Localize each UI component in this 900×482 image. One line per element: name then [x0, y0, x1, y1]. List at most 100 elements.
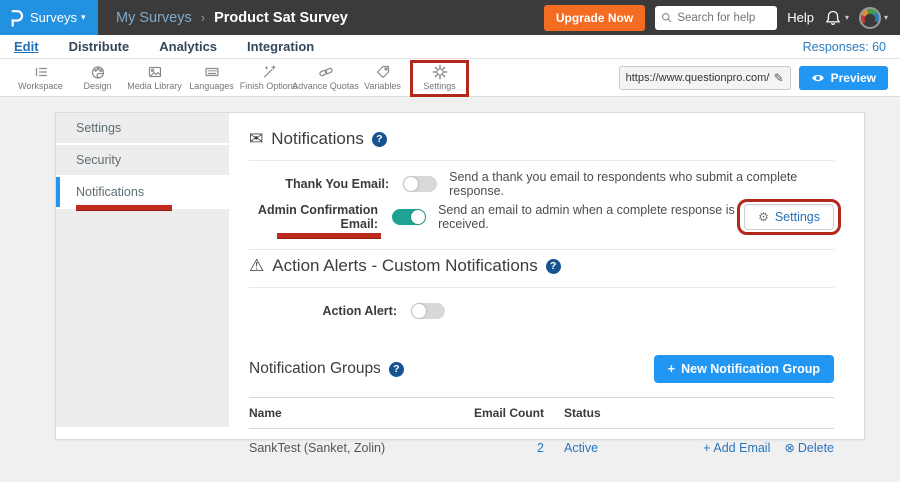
thank-you-email-description: Send a thank you email to respondents wh… — [449, 170, 834, 198]
breadcrumb-separator: › — [201, 10, 205, 25]
surveys-menu-label: Surveys — [30, 10, 77, 25]
avatar — [859, 7, 881, 29]
responses-count[interactable]: Responses: 60 — [803, 40, 886, 54]
col-header-email-count: Email Count — [454, 406, 544, 420]
upgrade-now-button[interactable]: Upgrade Now — [544, 5, 645, 31]
sidebar-item-security[interactable]: Security — [56, 145, 229, 175]
delete-link[interactable]: ⊗ Delete — [784, 440, 834, 455]
toolbar-item-variables[interactable]: Variables — [354, 64, 411, 91]
survey-url-input[interactable] — [626, 72, 770, 84]
toolbar-item-workspace[interactable]: Workspace — [12, 64, 69, 91]
sidebar-item-label: Notifications — [76, 185, 144, 199]
toolbar-item-advance-quotas[interactable]: Advance Quotas — [297, 64, 354, 91]
breadcrumb-parent[interactable]: My Surveys — [116, 10, 192, 26]
email-count-link[interactable]: 2 — [537, 441, 544, 455]
questionpro-logo-icon — [8, 7, 25, 29]
help-icon[interactable]: ? — [372, 132, 387, 147]
toolbar-label: Workspace — [18, 81, 63, 91]
tab-distribute[interactable]: Distribute — [69, 39, 130, 54]
preview-button[interactable]: Preview — [799, 66, 888, 90]
circle-x-icon: ⊗ — [784, 440, 794, 455]
toolbar-item-finish-options[interactable]: Finish Options — [240, 64, 297, 91]
bell-icon — [824, 9, 842, 27]
plus-icon: + — [703, 441, 710, 455]
notifications-bell[interactable]: ▾ — [824, 9, 849, 27]
toolbar-label: Advance Quotas — [292, 81, 359, 91]
section-title: Notifications — [271, 129, 364, 149]
topbar-right: Upgrade Now Help ▾ ▾ — [544, 5, 900, 31]
toolbar-label: Finish Options — [240, 81, 298, 91]
action-alerts-header: ⚠ Action Alerts - Custom Notifications ? — [249, 256, 834, 276]
settings-sidebar: Settings Security Notifications — [56, 113, 229, 439]
toolbar-item-media-library[interactable]: Media Library — [126, 64, 183, 91]
warning-icon: ⚠ — [249, 256, 264, 276]
help-search-box[interactable] — [655, 6, 777, 30]
tab-edit[interactable]: Edit — [14, 39, 39, 54]
sidebar-item-settings[interactable]: Settings — [56, 113, 229, 143]
sidebar-filler — [56, 209, 229, 427]
help-icon[interactable]: ? — [546, 259, 561, 274]
annotation-underline-admin-email — [277, 233, 381, 238]
help-icon[interactable]: ? — [389, 362, 404, 377]
surveys-menu[interactable]: Surveys ▾ — [30, 10, 86, 25]
toolbar-label: Variables — [364, 81, 401, 91]
help-link[interactable]: Help — [787, 10, 814, 25]
sidebar-item-label: Security — [76, 153, 121, 167]
table-row: SankTest (Sanket, Zolin) 2 Active + Add … — [249, 429, 834, 466]
admin-confirmation-email-row: Admin Confirmation Email: Send an email … — [249, 200, 834, 233]
palette-icon — [90, 64, 106, 80]
gear-icon — [432, 64, 448, 80]
gear-icon: ⚙ — [758, 210, 769, 224]
account-menu[interactable]: ▾ — [859, 7, 888, 29]
survey-url-box[interactable]: ✎ — [619, 66, 791, 90]
status-link[interactable]: Active — [564, 441, 598, 455]
action-alert-row: Action Alert: — [249, 294, 834, 327]
admin-email-settings-button[interactable]: ⚙ Settings — [744, 204, 834, 230]
sidebar-item-notifications[interactable]: Notifications — [56, 177, 229, 207]
chevron-down-icon: ▾ — [884, 13, 888, 22]
toolbar-label: Design — [83, 81, 111, 91]
top-bar: Surveys ▾ My Surveys › Product Sat Surve… — [0, 0, 900, 35]
thank-you-email-row: Thank You Email: Send a thank you email … — [249, 167, 834, 200]
thank-you-email-label: Thank You Email: — [249, 177, 389, 191]
pencil-icon[interactable]: ✎ — [774, 71, 784, 85]
workspace-icon — [33, 64, 49, 80]
add-email-link[interactable]: + Add Email — [703, 440, 770, 455]
chevron-down-icon: ▾ — [845, 13, 849, 22]
group-name: SankTest (Sanket, Zolin) — [249, 441, 454, 455]
eye-icon — [811, 72, 825, 84]
envelope-icon: ✉ — [249, 129, 263, 149]
tag-icon — [375, 64, 391, 80]
admin-confirmation-email-description: Send an email to admin when a complete r… — [438, 203, 744, 231]
chevron-down-icon: ▾ — [81, 12, 86, 23]
search-input[interactable] — [677, 12, 771, 24]
notifications-panel: ✉ Notifications ? Thank You Email: Send … — [229, 113, 864, 439]
toolbar-label: Media Library — [127, 81, 182, 91]
chain-icon — [318, 64, 334, 80]
toolbar-item-settings[interactable]: Settings — [411, 64, 468, 91]
thank-you-email-toggle[interactable] — [403, 176, 437, 192]
toolbar-label: Languages — [189, 81, 234, 91]
edit-toolbar: Workspace Design Media Library Languages — [0, 59, 900, 97]
notification-groups-table: Name Email Count Status SankTest (Sanket… — [249, 397, 834, 466]
settings-button-label: Settings — [775, 210, 820, 224]
section-title: Notification Groups — [249, 360, 381, 378]
new-notification-group-button[interactable]: + New Notification Group — [654, 355, 834, 383]
sidebar-item-label: Settings — [76, 121, 121, 135]
action-alert-label: Action Alert: — [249, 304, 397, 318]
col-header-actions — [654, 406, 834, 420]
keyboard-icon — [204, 64, 220, 80]
toolbar-item-design[interactable]: Design — [69, 64, 126, 91]
col-header-status: Status — [544, 406, 654, 420]
toolbar-label: Settings — [423, 81, 456, 91]
logo-area[interactable]: Surveys ▾ — [0, 0, 98, 35]
tab-integration[interactable]: Integration — [247, 39, 314, 54]
survey-nav: Edit Distribute Analytics Integration Re… — [0, 35, 900, 59]
admin-confirmation-email-toggle[interactable] — [392, 209, 426, 225]
tab-analytics[interactable]: Analytics — [159, 39, 217, 54]
action-alert-toggle[interactable] — [411, 303, 445, 319]
search-icon — [661, 11, 672, 24]
toolbar-item-languages[interactable]: Languages — [183, 64, 240, 91]
table-header-row: Name Email Count Status — [249, 397, 834, 429]
plus-icon: + — [668, 362, 675, 376]
